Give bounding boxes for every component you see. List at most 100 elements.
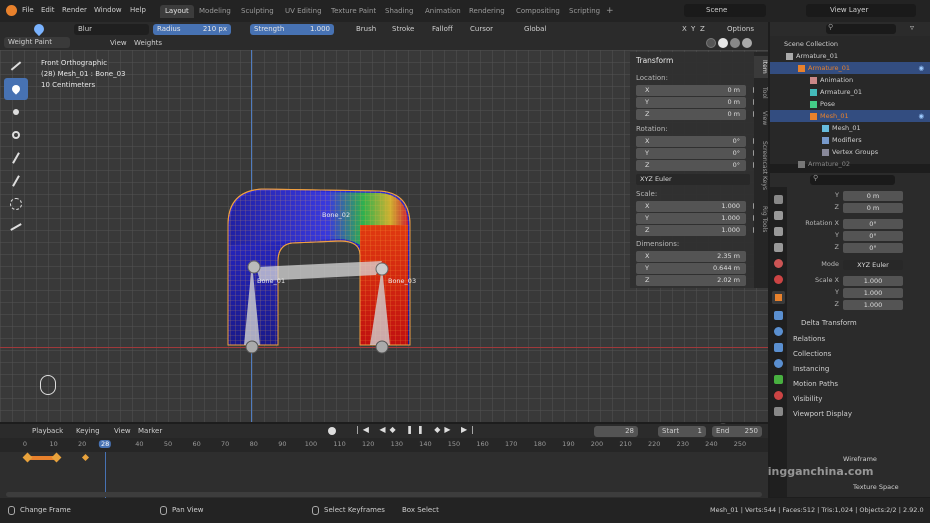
- tab-scripting[interactable]: Scripting: [564, 5, 605, 18]
- rotation-mode-dropdown[interactable]: XYZ Euler: [843, 260, 903, 270]
- material-tab-icon[interactable]: [774, 391, 783, 400]
- mode-dropdown[interactable]: Weight Paint: [4, 37, 70, 48]
- tab-item[interactable]: Item: [754, 56, 768, 78]
- blender-logo-icon[interactable]: [6, 5, 17, 16]
- section-delta-transform[interactable]: Delta Transform: [801, 319, 857, 327]
- rotation-x-field[interactable]: 0°: [843, 219, 903, 229]
- tab-animation[interactable]: Animation: [420, 5, 466, 18]
- keying-menu[interactable]: Keying: [76, 426, 100, 437]
- rendered-shading-icon[interactable]: [742, 38, 752, 48]
- scale-z-field[interactable]: 1.000: [843, 300, 903, 310]
- rotation-x-field[interactable]: X 0°: [636, 136, 759, 147]
- outliner-row[interactable]: Scene Collection: [770, 38, 930, 50]
- view-menu[interactable]: View: [110, 38, 127, 49]
- smear-tool-icon[interactable]: [4, 124, 28, 146]
- location-z-field[interactable]: Z0 m: [636, 109, 759, 120]
- section-collections[interactable]: Collections: [793, 350, 831, 358]
- tool-tab-icon[interactable]: [774, 195, 783, 204]
- mirror-y-toggle[interactable]: Y: [691, 24, 695, 35]
- start-frame-field[interactable]: Start 1: [658, 426, 706, 437]
- options-menu[interactable]: Options: [727, 24, 754, 35]
- blur-tool-icon[interactable]: [4, 78, 28, 100]
- brush-menu[interactable]: Brush: [356, 24, 376, 35]
- playback-controls[interactable]: |◀ ◀◆ ❚❚ ◆▶ ▶|: [356, 425, 478, 434]
- mesh-data-tab-icon[interactable]: [774, 375, 783, 384]
- world-tab-icon[interactable]: [774, 275, 783, 284]
- brush-drop-icon[interactable]: [31, 21, 47, 37]
- sample-weight-icon[interactable]: [4, 147, 28, 169]
- gradient-tool-icon[interactable]: [4, 170, 28, 192]
- radius-field[interactable]: Radius 210 px: [153, 24, 231, 35]
- tab-rig-tools[interactable]: Rig Tools: [754, 202, 768, 236]
- tab-shading[interactable]: Shading: [380, 5, 418, 18]
- section-instancing[interactable]: Instancing: [793, 365, 829, 373]
- mirror-z-toggle[interactable]: Z: [700, 24, 705, 35]
- weight-paint-mesh[interactable]: [220, 185, 420, 355]
- rotation-y-field[interactable]: Y 0°: [636, 148, 759, 159]
- menu-help[interactable]: Help: [130, 6, 146, 14]
- material-shading-icon[interactable]: [730, 38, 740, 48]
- outliner-row[interactable]: Vertex Groups: [770, 146, 930, 158]
- outliner-search-input[interactable]: [826, 24, 896, 34]
- average-tool-icon[interactable]: [4, 101, 28, 123]
- menu-file[interactable]: File: [22, 6, 34, 14]
- location-x-field[interactable]: X0 m: [636, 85, 759, 96]
- timeline-ruler[interactable]: 0 10 20 28 40 50 60 70 80 90 100 110 120 130 140 150 160…: [0, 438, 768, 452]
- section-motion-paths[interactable]: Motion Paths: [793, 380, 838, 388]
- particles-tab-icon[interactable]: [774, 327, 783, 336]
- rotation-z-field[interactable]: Z 0°: [636, 160, 759, 171]
- modifiers-tab-icon[interactable]: [774, 311, 783, 320]
- weights-menu[interactable]: Weights: [134, 38, 162, 49]
- rotation-y-field[interactable]: 0°: [843, 231, 903, 241]
- solid-shading-icon[interactable]: [718, 38, 728, 48]
- output-tab-icon[interactable]: [774, 227, 783, 236]
- draw-tool-icon[interactable]: [4, 55, 28, 77]
- tab-modeling[interactable]: Modeling: [194, 5, 236, 18]
- dimensions-y-field[interactable]: Y 0.644 m: [636, 263, 746, 274]
- outliner-row[interactable]: Armature_01: [770, 86, 930, 98]
- outliner-row[interactable]: Mesh_01: [770, 122, 930, 134]
- dimensions-z-field[interactable]: Z 2.02 m: [636, 275, 746, 286]
- rotation-mode-dropdown[interactable]: XYZ Euler: [636, 174, 750, 185]
- falloff-menu[interactable]: Falloff: [432, 24, 453, 35]
- tab-texture-paint[interactable]: Texture Paint: [326, 5, 381, 18]
- tab-tool[interactable]: Tool: [754, 84, 768, 102]
- keyframe-diamond-icon[interactable]: [51, 452, 62, 463]
- wireframe-shading-icon[interactable]: [706, 38, 716, 48]
- add-workspace-icon[interactable]: +: [606, 6, 614, 16]
- annotate-tool-icon[interactable]: [4, 216, 28, 238]
- timeline-scrollbar[interactable]: [6, 492, 762, 497]
- strength-field[interactable]: Strength 1.000: [250, 24, 334, 35]
- tab-uv-editing[interactable]: UV Editing: [280, 5, 327, 18]
- orientation-dropdown[interactable]: Global: [524, 24, 546, 35]
- keyframe-diamond-icon[interactable]: [22, 452, 33, 463]
- cursor-tool-icon[interactable]: [4, 193, 28, 215]
- transform-panel-title[interactable]: Transform: [636, 56, 673, 65]
- location-y-field[interactable]: Y0 m: [636, 97, 759, 108]
- outliner-row[interactable]: Armature_01 ◉: [770, 62, 930, 74]
- cursor-menu[interactable]: Cursor: [470, 24, 493, 35]
- render-tab-icon[interactable]: [774, 211, 783, 220]
- tab-compositing[interactable]: Compositing: [511, 5, 565, 18]
- constraints-tab-icon[interactable]: [774, 359, 783, 368]
- tab-view[interactable]: View: [754, 108, 768, 128]
- properties-search-input[interactable]: [810, 175, 895, 185]
- outliner-row[interactable]: Animation: [770, 74, 930, 86]
- outliner-row[interactable]: Modifiers: [770, 134, 930, 146]
- view-layer-tab-icon[interactable]: [774, 243, 783, 252]
- tab-sculpting[interactable]: Sculpting: [236, 5, 279, 18]
- outliner-row[interactable]: Pose: [770, 98, 930, 110]
- outliner-row[interactable]: Mesh_01 ◉: [770, 110, 930, 122]
- brush-name-field[interactable]: Blur: [74, 24, 149, 35]
- filter-icon[interactable]: ▿: [910, 23, 914, 32]
- outliner-row[interactable]: Armature_01: [770, 50, 930, 62]
- current-frame-field[interactable]: 28: [594, 426, 638, 437]
- section-visibility[interactable]: Visibility: [793, 395, 822, 403]
- outliner-row[interactable]: Armature_02: [770, 158, 930, 170]
- dimensions-x-field[interactable]: X 2.35 m: [636, 251, 746, 262]
- scale-z-field[interactable]: Z 1.000: [636, 225, 759, 236]
- scale-x-field[interactable]: X 1.000: [636, 201, 759, 212]
- marker-menu[interactable]: Marker: [138, 426, 162, 437]
- tab-layout[interactable]: Layout: [160, 5, 194, 18]
- scale-x-field[interactable]: 1.000: [843, 276, 903, 286]
